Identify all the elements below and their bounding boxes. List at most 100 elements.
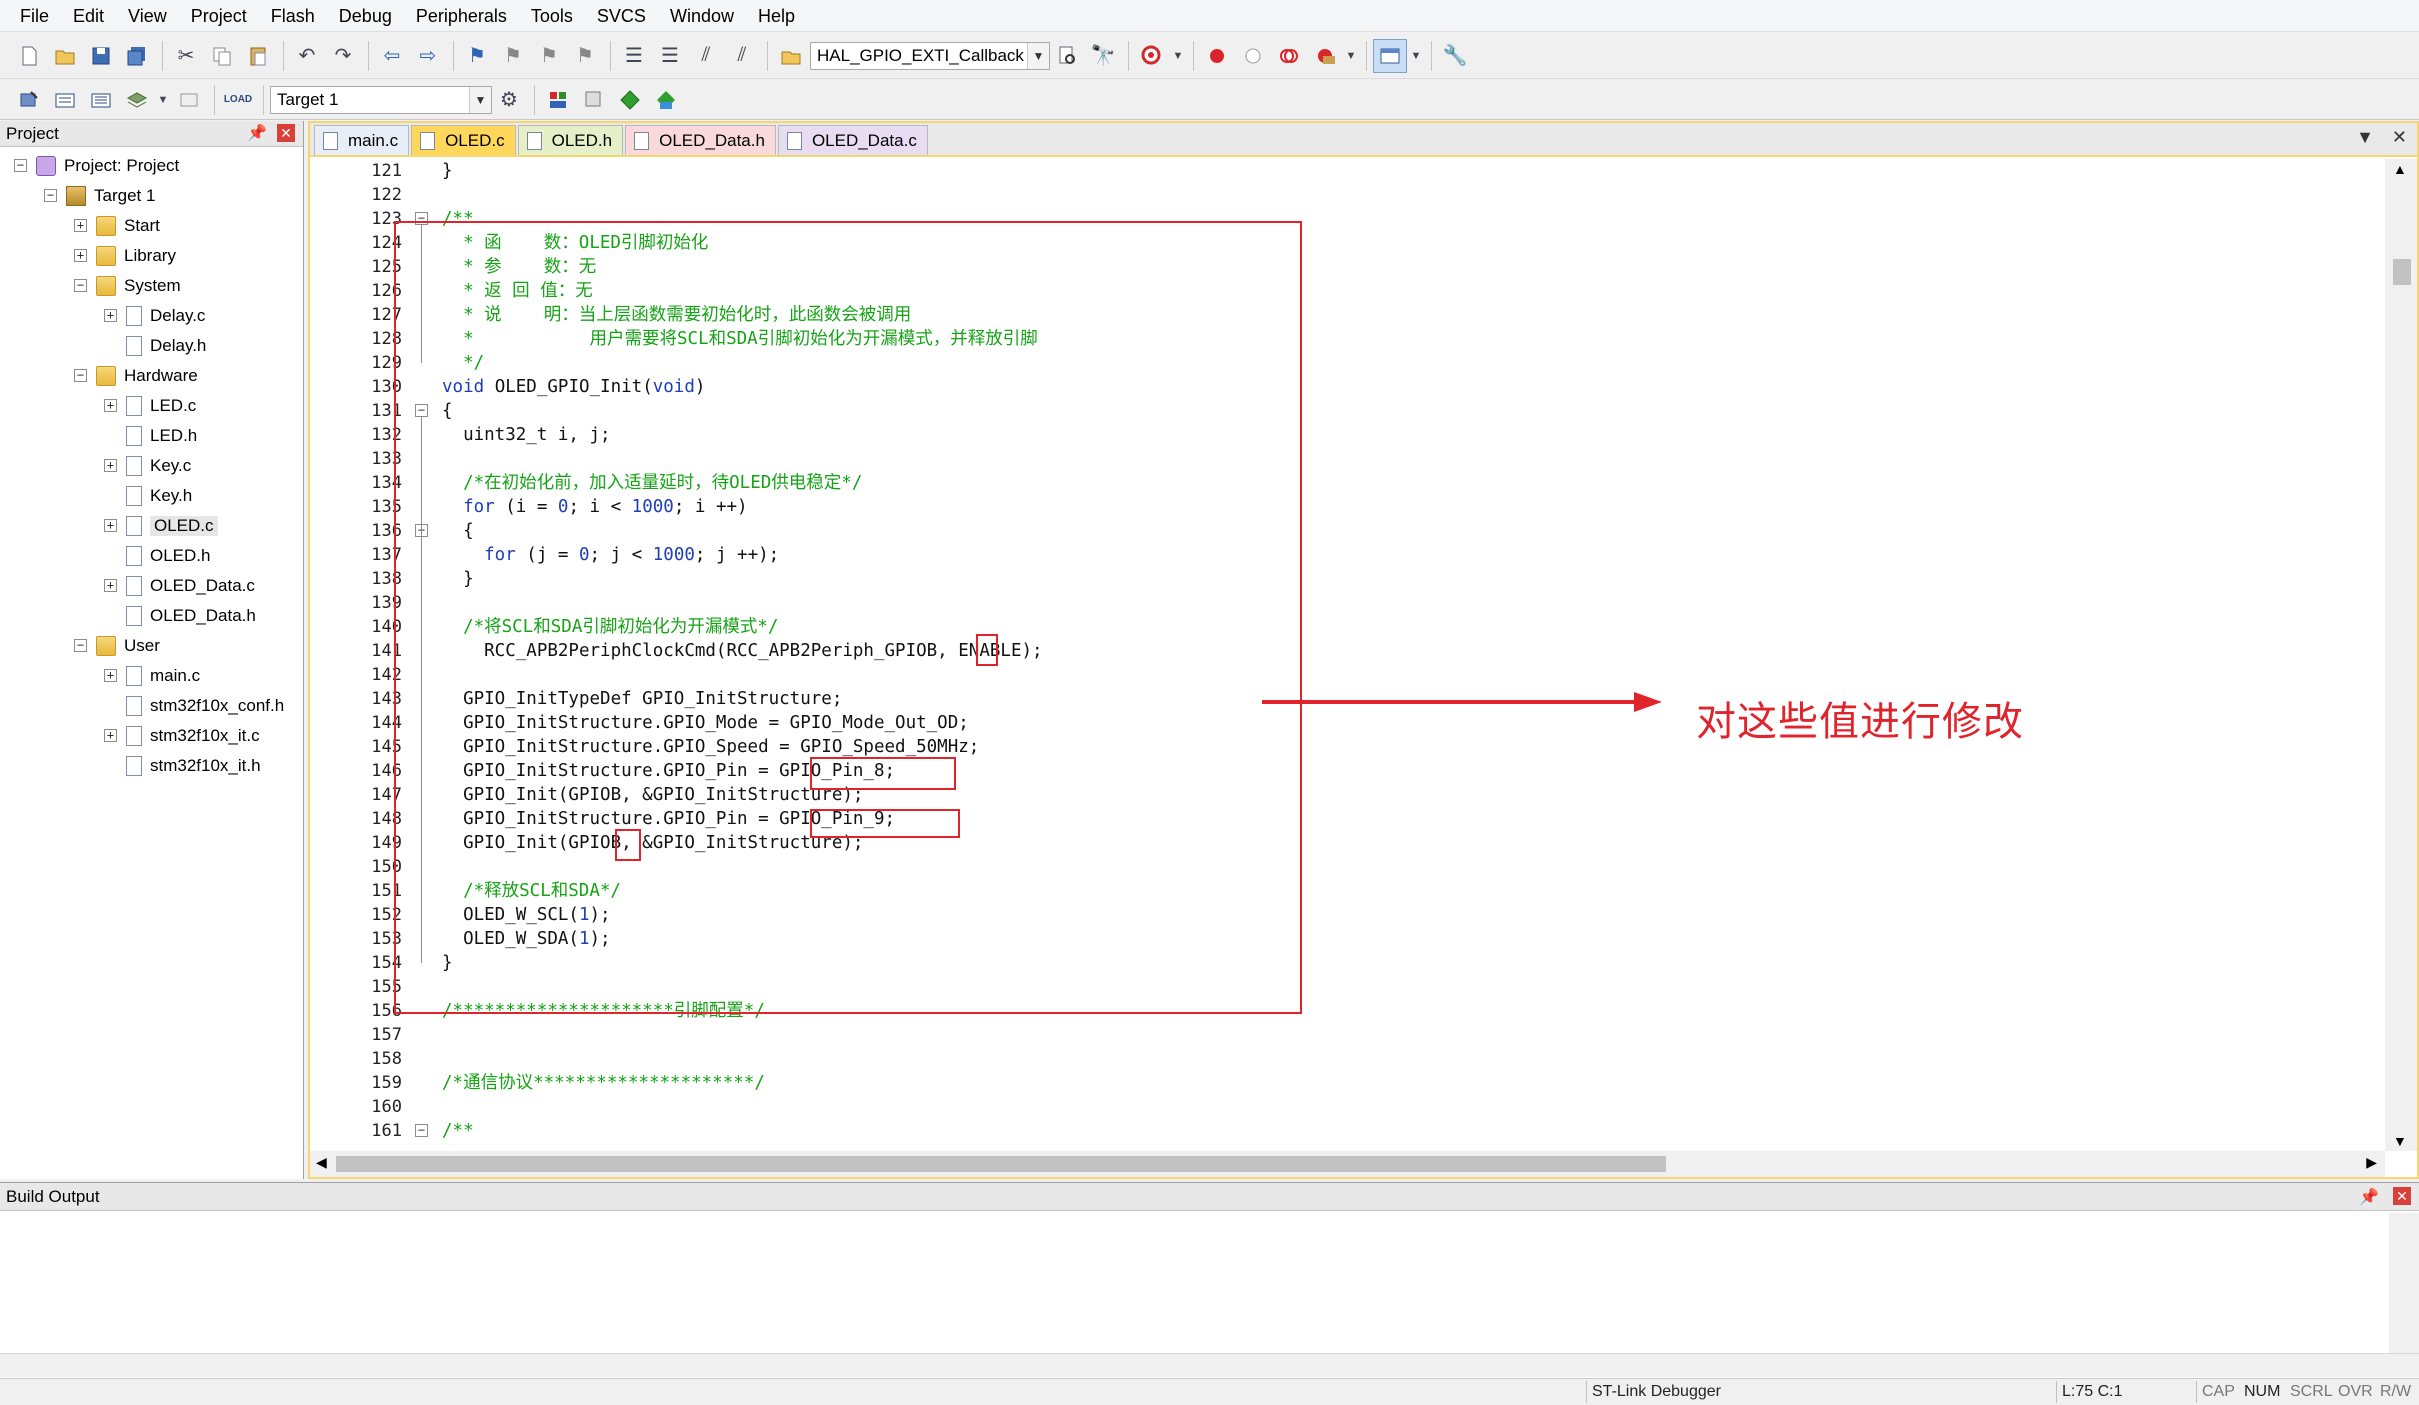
tree-item[interactable]: Delay.h <box>126 331 206 361</box>
build-icon[interactable] <box>48 83 82 117</box>
tree-item[interactable]: OLED.h <box>126 541 210 571</box>
collapse-icon[interactable]: − <box>74 639 87 652</box>
tree-item[interactable]: + Start <box>74 211 160 241</box>
download-icon[interactable]: LOAD <box>221 83 255 117</box>
menu-view[interactable]: View <box>116 0 179 32</box>
tree-item[interactable]: + LED.c <box>104 391 196 421</box>
chevron-down-icon[interactable]: ▼ <box>1409 39 1423 73</box>
menu-flash[interactable]: Flash <box>259 0 327 32</box>
chevron-down-icon[interactable]: ▼ <box>1027 42 1049 69</box>
window-layout-icon[interactable] <box>1373 38 1407 73</box>
bookmark-prev-icon[interactable]: ⚑ <box>496 39 530 73</box>
fold-toggle-icon[interactable]: − <box>415 1124 428 1137</box>
tree-item[interactable]: + main.c <box>104 661 200 691</box>
tree-item[interactable]: Key.h <box>126 481 192 511</box>
expand-icon[interactable]: + <box>104 669 117 682</box>
menu-svcs[interactable]: SVCS <box>585 0 658 32</box>
nav-back-icon[interactable]: ⇦ <box>375 39 409 73</box>
menu-edit[interactable]: Edit <box>61 0 116 32</box>
expand-icon[interactable]: + <box>104 579 117 592</box>
expand-icon[interactable]: + <box>104 729 117 742</box>
pack-installer-icon[interactable] <box>613 83 647 117</box>
tree-item[interactable]: − System <box>74 271 181 301</box>
tree-item[interactable]: + Key.c <box>104 451 191 481</box>
tree-item[interactable]: stm32f10x_it.h <box>126 751 261 781</box>
incremental-find-icon[interactable]: 🔭 <box>1086 39 1120 73</box>
translate-icon[interactable] <box>12 83 46 117</box>
find-in-files-icon[interactable] <box>774 39 808 73</box>
copy-icon[interactable] <box>205 39 239 73</box>
stop-build-icon[interactable] <box>172 83 206 117</box>
tab-list-icon[interactable]: ▼ <box>2356 127 2374 147</box>
expand-icon[interactable]: + <box>74 249 87 262</box>
expand-icon[interactable]: + <box>104 399 117 412</box>
paste-icon[interactable] <box>241 39 275 73</box>
redo-icon[interactable]: ↷ <box>326 39 360 73</box>
breakpoint-kill-all-icon[interactable] <box>1308 39 1342 73</box>
expand-icon[interactable]: + <box>104 519 117 532</box>
chevron-down-icon[interactable]: ▼ <box>469 86 491 113</box>
scroll-right-icon[interactable]: ▶ <box>2366 1154 2377 1171</box>
target-combo[interactable]: Target 1 ▼ <box>270 85 492 114</box>
indent-icon[interactable]: ☰ <box>617 39 651 73</box>
expand-icon[interactable]: + <box>104 459 117 472</box>
expand-icon[interactable]: + <box>104 309 117 322</box>
configure-icon[interactable]: 🔧 <box>1438 39 1472 73</box>
batch-build-icon[interactable] <box>120 83 154 117</box>
tree-item[interactable]: − Project: Project <box>14 151 179 181</box>
menu-debug[interactable]: Debug <box>327 0 404 32</box>
tree-item[interactable]: − Hardware <box>74 361 198 391</box>
menu-help[interactable]: Help <box>746 0 807 32</box>
tree-item[interactable]: − Target 1 <box>44 181 155 211</box>
editor-tab-oled-data-h[interactable]: OLED_Data.h <box>625 125 776 155</box>
comment-icon[interactable]: ⫽ <box>689 39 723 73</box>
menu-tools[interactable]: Tools <box>519 0 585 32</box>
cut-icon[interactable]: ✂ <box>169 39 203 73</box>
menu-window[interactable]: Window <box>658 0 746 32</box>
tree-item[interactable]: OLED_Data.h <box>126 601 256 631</box>
build-output-text[interactable] <box>0 1213 2419 1353</box>
tree-item[interactable]: stm32f10x_conf.h <box>126 691 284 721</box>
expand-icon[interactable]: + <box>74 219 87 232</box>
tree-item[interactable]: + Delay.c <box>104 301 205 331</box>
build-horizontal-scrollbar[interactable] <box>0 1353 2419 1377</box>
function-combo[interactable]: HAL_GPIO_EXTI_Callback ▼ <box>810 41 1050 70</box>
chevron-down-icon[interactable]: ▼ <box>1171 39 1185 73</box>
editor-vertical-scrollbar[interactable]: ▲ ▼ <box>2385 159 2417 1151</box>
tree-item[interactable]: + OLED_Data.c <box>104 571 255 601</box>
editor-tab-oled-c[interactable]: OLED.c <box>411 125 516 155</box>
close-tab-icon[interactable]: ✕ <box>2392 127 2407 147</box>
breakpoint-insert-icon[interactable] <box>1200 39 1234 73</box>
editor-horizontal-scrollbar[interactable]: ◀ ▶ <box>310 1151 2385 1177</box>
manage-project-items-icon[interactable] <box>541 83 575 117</box>
open-folder-icon[interactable] <box>48 39 82 73</box>
new-file-icon[interactable] <box>12 39 46 73</box>
menu-peripherals[interactable]: Peripherals <box>404 0 519 32</box>
scroll-left-icon[interactable]: ◀ <box>316 1154 327 1171</box>
bookmark-next-icon[interactable]: ⚑ <box>532 39 566 73</box>
code-line[interactable]: /*通信协议*********************/ <box>442 1071 765 1095</box>
menu-file[interactable]: File <box>8 0 61 32</box>
bookmark-clear-icon[interactable]: ⚑ <box>568 39 602 73</box>
uncomment-icon[interactable]: ⫽ <box>725 39 759 73</box>
collapse-icon[interactable]: − <box>44 189 57 202</box>
target-options-icon[interactable]: ⚙ <box>492 83 526 117</box>
run-time-environment-icon[interactable] <box>649 83 683 117</box>
close-icon[interactable]: ✕ <box>277 124 295 142</box>
editor-tab-oled-h[interactable]: OLED.h <box>517 125 624 155</box>
tree-item[interactable]: + stm32f10x_it.c <box>104 721 260 751</box>
build-vertical-scrollbar[interactable] <box>2389 1213 2419 1353</box>
scroll-thumb[interactable] <box>336 1156 1666 1172</box>
editor-tab-main-c[interactable]: main.c <box>314 125 410 155</box>
code-line[interactable]: /** <box>442 1119 474 1143</box>
unindent-icon[interactable]: ☰ <box>653 39 687 73</box>
editor-tab-oled-data-c[interactable]: OLED_Data.c <box>777 125 928 155</box>
tree-item[interactable]: + Library <box>74 241 176 271</box>
code-line[interactable]: } <box>442 159 453 183</box>
tree-item[interactable]: + OLED.c <box>104 511 218 541</box>
find-icon[interactable] <box>1050 39 1084 73</box>
nav-forward-icon[interactable]: ⇨ <box>411 39 445 73</box>
collapse-icon[interactable]: − <box>74 279 87 292</box>
close-icon[interactable]: ✕ <box>2393 1187 2411 1205</box>
scroll-up-icon[interactable]: ▲ <box>2393 161 2407 177</box>
